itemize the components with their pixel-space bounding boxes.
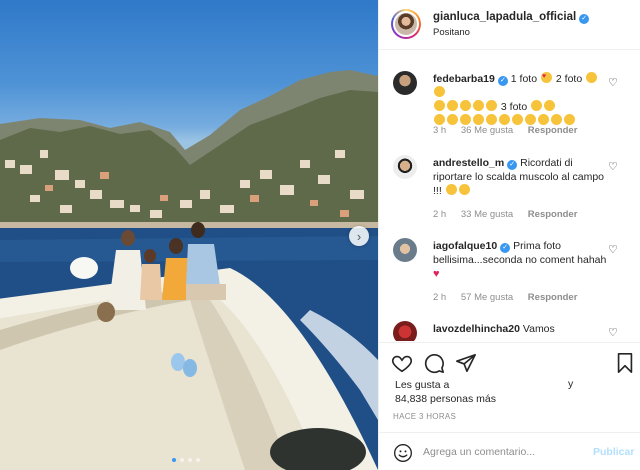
reply-button[interactable]: Responder	[528, 209, 578, 220]
carousel-next-button[interactable]: ›	[349, 226, 369, 246]
comment-text: 2 foto	[555, 73, 583, 85]
grin-emoji-icon	[499, 114, 510, 125]
reply-button[interactable]: Responder	[528, 125, 578, 136]
like-button[interactable]	[391, 352, 413, 374]
verified-badge-icon: ✓	[500, 243, 511, 253]
commenter-username[interactable]: iagofalque10	[433, 240, 497, 252]
comment-icon	[424, 354, 444, 374]
post-photo[interactable]: ›	[0, 0, 378, 470]
blush-emoji-icon	[458, 184, 470, 195]
grin-emoji-icon	[531, 100, 543, 111]
comment-like-heart-icon[interactable]: ♡	[608, 326, 618, 339]
author-username[interactable]: gianluca_lapadula_official	[433, 11, 576, 23]
commenter-username[interactable]: fedebarba19	[433, 73, 495, 85]
comment-text: 1 foto	[510, 73, 538, 85]
comment-likes[interactable]: 33 Me gusta	[461, 209, 513, 220]
photo-scene	[0, 70, 378, 470]
grin-emoji-icon	[460, 114, 471, 125]
grin-emoji-icon	[447, 114, 458, 125]
verified-badge-icon: ✓	[507, 160, 518, 170]
likes-summary: Les gusta a 84,838 personas más	[395, 378, 496, 406]
post-timestamp[interactable]: HACE 3 HORAS	[393, 412, 456, 421]
carousel-dot	[196, 458, 200, 462]
heart-icon	[391, 355, 413, 373]
smiley-icon	[394, 444, 412, 462]
grin-emoji-icon	[564, 114, 575, 125]
grin-emoji-icon	[434, 86, 445, 97]
verified-badge-icon: ✓	[497, 76, 508, 86]
commenter-username[interactable]: andrestello_m	[433, 157, 504, 169]
grin-emoji-icon	[525, 114, 536, 125]
commenter-avatar[interactable]	[393, 238, 417, 262]
grin-emoji-icon	[551, 114, 562, 125]
add-comment-bar: Publicar	[379, 432, 640, 470]
verified-badge-icon: ✓	[579, 14, 590, 24]
blush-emoji-icon	[445, 184, 457, 195]
share-button[interactable]	[455, 352, 477, 374]
comment-time: 2 h	[433, 292, 447, 303]
likes-prefix: Les gusta a	[395, 379, 450, 391]
grin-emoji-icon	[512, 114, 523, 125]
carousel-dot	[188, 458, 192, 462]
likes-suffix: y	[568, 378, 574, 390]
chevron-right-icon: ›	[356, 228, 362, 244]
comment-likes[interactable]: 57 Me gusta	[461, 292, 513, 303]
commenter-username[interactable]: lavozdelhincha20	[433, 323, 520, 335]
heart-eyes-emoji-icon	[541, 70, 552, 84]
comment-like-heart-icon[interactable]: ♡	[608, 160, 618, 173]
comment-like-heart-icon[interactable]: ♡	[608, 76, 618, 89]
emoji-picker-button[interactable]	[393, 443, 413, 468]
grin-emoji-icon	[538, 114, 549, 125]
grin-emoji-icon	[434, 114, 445, 125]
carousel-dots	[172, 458, 200, 462]
save-button[interactable]	[614, 352, 636, 374]
grin-emoji-icon	[460, 100, 471, 111]
grin-emoji-icon	[544, 100, 556, 111]
carousel-dot	[180, 458, 184, 462]
grin-emoji-icon	[486, 114, 497, 125]
reply-button[interactable]: Responder	[528, 292, 578, 303]
commenter-avatar[interactable]	[393, 155, 417, 179]
share-icon	[456, 353, 476, 373]
grin-emoji-icon	[434, 100, 445, 111]
commenter-avatar[interactable]	[393, 321, 417, 341]
commenter-avatar[interactable]	[393, 71, 417, 95]
comment-time: 2 h	[433, 209, 447, 220]
post-actions	[379, 342, 640, 380]
comment-input[interactable]	[423, 443, 583, 461]
grin-emoji-icon	[447, 100, 458, 111]
post-location[interactable]: Positano	[433, 27, 470, 38]
comments-list[interactable]: fedebarba19✓ 1 foto 2 foto 3 foto 3 h 36…	[379, 51, 640, 341]
author-avatar[interactable]	[391, 9, 421, 39]
comment-like-heart-icon[interactable]: ♡	[608, 243, 618, 256]
publish-button[interactable]: Publicar	[593, 446, 634, 458]
grin-emoji-icon	[486, 100, 497, 111]
comment-text: Vamos	[522, 323, 555, 335]
grin-emoji-icon	[586, 72, 598, 83]
grin-emoji-icon	[473, 114, 484, 125]
comment-text: 3 foto	[500, 101, 528, 113]
post-header: gianluca_lapadula_official ✓ Positano	[379, 0, 640, 50]
comment-likes[interactable]: 36 Me gusta	[461, 125, 513, 136]
grin-emoji-icon	[473, 100, 484, 111]
comment-time: 3 h	[433, 125, 447, 136]
carousel-dot	[172, 458, 176, 462]
red-heart-emoji-icon: ♥	[433, 268, 440, 280]
post-sidebar: gianluca_lapadula_official ✓ Positano fed…	[378, 0, 640, 470]
likes-count[interactable]: 84,838 personas más	[395, 393, 496, 405]
comment-button[interactable]	[423, 352, 445, 374]
bookmark-icon	[617, 353, 633, 373]
